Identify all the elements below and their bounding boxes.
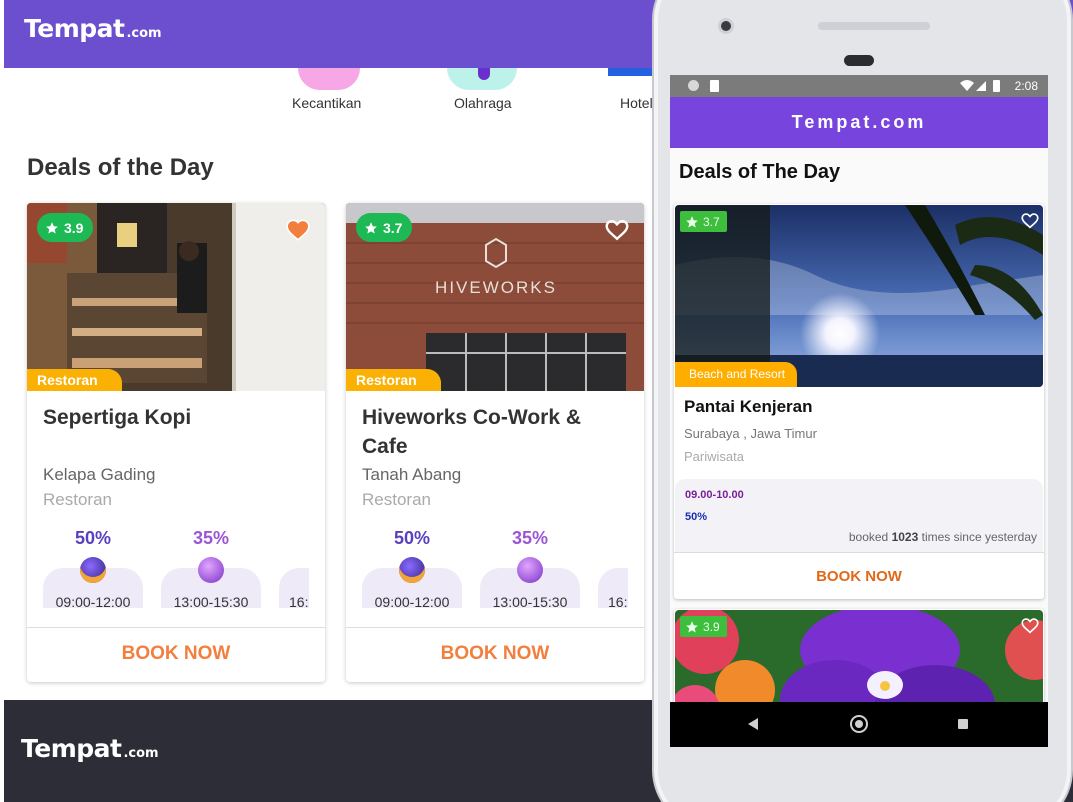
earpiece [844,55,874,66]
svg-text:HIVEWORKS: HIVEWORKS [435,278,557,297]
book-now-button[interactable]: BOOK NOW [346,643,644,665]
slot-time: 09:00-12:00 [374,594,450,610]
rating-badge: 3.7 [356,213,413,242]
category-tag: Beach and Resort [675,362,798,387]
battery-icon [993,80,1000,92]
card-divider [674,552,1044,553]
camera-icon [718,18,734,34]
slot-time: 13:00-15:30 [492,594,568,610]
heart-icon[interactable] [1020,616,1040,634]
heart-icon[interactable] [285,217,311,241]
deal-card[interactable]: HIVEWORKS 3.7 Restoran Hiveworks Co-Work… [346,203,644,682]
book-now-button[interactable]: BOOK NOW [27,643,325,665]
venue-title[interactable]: Hiveworks Co-Work & Cafe [362,403,622,461]
planet-icon [399,557,425,583]
rating-badge: 3.9 [37,213,94,242]
slot-time: 09:00-12:00 [55,594,131,610]
sd-card-icon [710,80,719,92]
footer-logo[interactable]: Tempat .com [21,734,159,763]
mobile-deal-card[interactable]: 3.7 Beach and Resort Pantai Kenjeran Sur… [674,204,1044,599]
slot-discount: 50% [393,528,431,548]
venue-title[interactable]: Sepertiga Kopi [43,403,303,432]
venue-location: Surabaya , Jawa Timur [684,426,817,441]
book-now-button[interactable]: BOOK NOW [674,568,1044,585]
venue-location: Kelapa Gading [43,465,156,484]
phone-screen: 2:08 Tempat.com Deals of The Day 3.7 Bea… [670,75,1048,747]
site-logo[interactable]: Tempat .com [24,14,162,43]
category-tag: Restoran [346,369,441,391]
time-slot[interactable]: 50% 09:00-12:00 [362,528,462,610]
booking-count: booked 1023 times since yesterday [849,530,1037,544]
deals-title: Deals of the Day [27,154,214,181]
venue-type: Restoran [362,490,431,509]
rating-value: 3.7 [383,219,403,236]
booked-suffix: times since yesterday [921,530,1037,544]
status-bar: 2:08 [670,75,1048,97]
app-bar-title: Tempat.com [670,97,1048,148]
recents-icon[interactable] [958,719,968,729]
signal-icon [976,81,986,91]
logo-domain: .com [123,746,159,761]
category-tag: Restoran [27,369,122,391]
slot-discount: 35% [511,528,549,548]
notification-icon [688,80,699,91]
screenshot-root: Tempat .com Kecantikan Olahraga Hotel Dea… [0,0,1073,802]
offer-time: 09.00-10.00 [685,489,744,501]
rating-value: 3.9 [703,619,720,634]
home-icon[interactable] [850,715,868,733]
wifi-icon [960,80,974,91]
beach-photo [675,205,1043,387]
status-icons [960,80,1000,92]
venue-title[interactable]: Pantai Kenjeran [684,397,813,417]
time-slot[interactable]: 35% 13:00-15:30 [480,528,580,610]
booked-prefix: booked [848,530,889,544]
card-divider [346,627,644,628]
hotel-icon [608,68,652,76]
clock: 2:08 [1014,79,1038,93]
logo-domain: .com [126,26,162,41]
rating-badge: 3.7 [680,211,727,232]
venue-location: Tanah Abang [362,465,462,484]
sports-icon-accent [478,68,490,80]
mobile-deals-title: Deals of The Day [679,161,841,183]
android-nav-bar [670,702,1048,747]
logo-text: Tempat [21,734,122,763]
venue-type: Pariwisata [684,449,744,464]
rating-badge: 3.9 [680,616,727,637]
category-label: Olahraga [454,95,512,111]
heart-icon[interactable] [1020,211,1040,229]
offer-discount: 50% [685,511,708,523]
planet-icon [198,557,224,583]
category-label: Hotel [620,95,653,111]
time-slot[interactable]: 16: [279,528,309,608]
star-icon [46,221,58,234]
category-label: Kecantikan [292,95,362,111]
star-icon [686,620,698,633]
star-icon [686,215,698,228]
deal-card[interactable]: 3.9 Restoran Sepertiga Kopi Kelapa Gadin… [27,203,325,682]
slot-discount: 35% [192,528,230,548]
planet-icon [517,557,543,583]
time-slot[interactable]: 35% 13:00-15:30 [161,528,261,610]
rating-value: 3.7 [703,214,720,229]
time-slot[interactable]: 50% 09:00-12:00 [43,528,143,610]
back-icon[interactable] [748,718,758,730]
card-divider [27,627,325,628]
planet-icon [80,557,106,583]
slot-time: 16: [608,594,628,608]
heart-icon[interactable] [604,217,630,241]
logo-text: Tempat [24,14,125,43]
slot-time: 16: [289,594,309,608]
booked-count: 1023 [891,530,919,544]
venue-type: Restoran [43,490,112,509]
slot-discount: 50% [74,528,112,548]
star-icon [365,221,377,234]
beauty-icon [298,68,360,90]
rating-value: 3.9 [64,219,84,236]
speaker-grille [818,22,930,30]
time-slot[interactable]: 16: [598,528,628,608]
slot-time: 13:00-15:30 [173,594,249,610]
offer-panel: 09.00-10.00 50% booked 1023 times since … [675,479,1043,552]
